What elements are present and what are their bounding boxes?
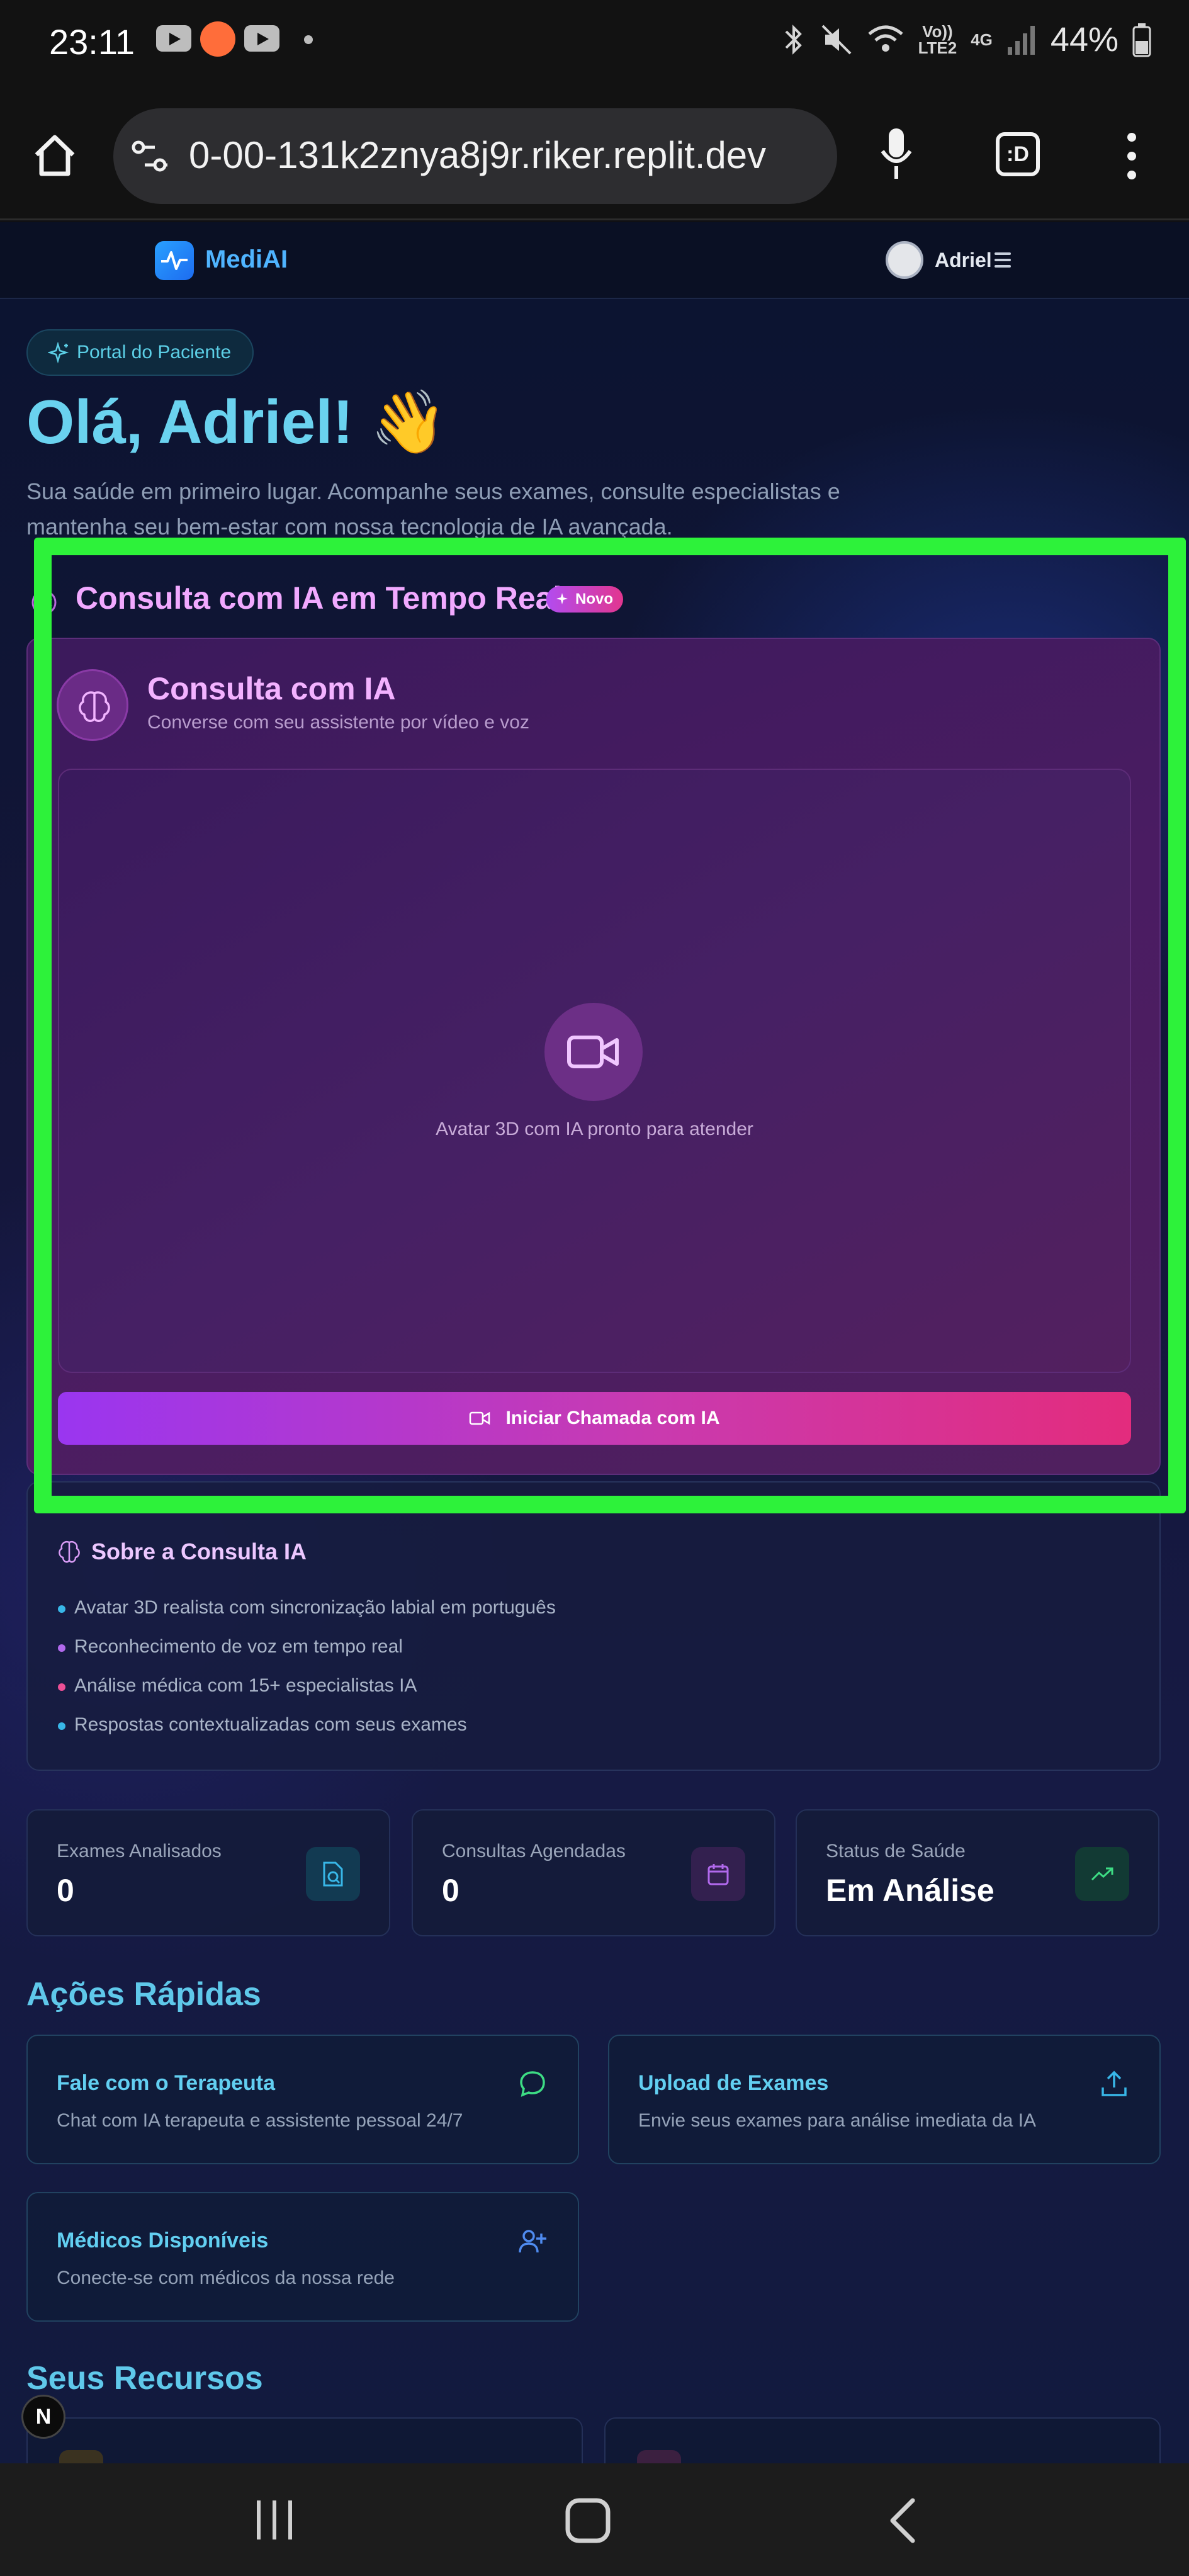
wifi-icon (867, 25, 903, 52)
stat-label: Consultas Agendadas (442, 1841, 626, 1861)
scan-file-icon (306, 1847, 360, 1901)
video-camera-icon (470, 1411, 490, 1425)
quick-actions-title: Ações Rápidas (26, 1976, 261, 2013)
back-icon[interactable] (885, 2497, 920, 2545)
signal-icon (1007, 26, 1035, 55)
about-item: Reconhecimento de voz em tempo real (74, 1636, 403, 1657)
bullet-dot (58, 1683, 65, 1691)
avatar-status-text: Avatar 3D com IA pronto para atender (436, 1119, 753, 1139)
clock: 23:11 (49, 22, 135, 62)
stat-label: Exames Analisados (57, 1841, 222, 1861)
bluetooth-icon (785, 25, 802, 55)
chat-bubble-icon (520, 2071, 545, 2097)
ai-section-title: Consulta com IA em Tempo Real (76, 580, 562, 616)
user-plus-icon (519, 2230, 546, 2253)
quick-action-subtitle: Conecte-se com médicos da nossa rede (57, 2268, 395, 2288)
quick-action-available-doctors[interactable]: Médicos Disponíveis Conecte-se com médic… (26, 2192, 579, 2322)
upload-icon (1102, 2070, 1127, 2096)
brand-name[interactable]: MediAI (205, 246, 288, 274)
stat-value: 0 (442, 1873, 459, 1908)
more-options-icon[interactable] (1119, 131, 1144, 181)
video-camera-icon (567, 1036, 619, 1068)
new-badge: Novo (546, 586, 623, 613)
page-title: Olá, Adriel! 👋 (26, 387, 448, 456)
battery-icon (1132, 23, 1151, 57)
stat-card-health-status: Status de Saúde Em Análise (796, 1809, 1159, 1936)
avatar[interactable] (886, 241, 923, 279)
volte-indicator: Vo)) LTE2 (918, 22, 957, 57)
sparkles-icon (48, 342, 69, 364)
youtube-notification-icon (156, 25, 191, 52)
microphone-icon[interactable] (877, 126, 915, 183)
about-item: Avatar 3D realista com sincronização lab… (74, 1597, 556, 1618)
quick-action-title: Fale com o Terapeuta (57, 2071, 276, 2095)
about-title: Sobre a Consulta IA (91, 1539, 307, 1564)
brain-icon-badge (57, 669, 128, 741)
user-name[interactable]: Adriel (935, 249, 992, 272)
about-item: Respostas contextualizadas com seus exam… (74, 1714, 467, 1735)
portal-badge: Portal do Paciente (26, 329, 254, 376)
stat-value: Em Análise (826, 1873, 995, 1908)
medi-ai-logo-icon[interactable] (155, 241, 194, 280)
hamburger-menu-icon[interactable] (995, 252, 1011, 271)
about-item: Análise médica com 15+ especialistas IA (74, 1675, 417, 1696)
home-icon[interactable] (31, 132, 78, 179)
site-settings-icon[interactable] (130, 137, 170, 175)
brain-icon (59, 1541, 80, 1563)
start-ai-call-button[interactable]: Iniciar Chamada com IA (58, 1392, 1131, 1445)
brain-icon (31, 590, 57, 615)
home-nav-icon[interactable] (564, 2497, 612, 2545)
portal-badge-label: Portal do Paciente (77, 342, 232, 363)
stat-value: 0 (57, 1873, 74, 1908)
page-subtitle: Sua saúde em primeiro lugar. Acompanhe s… (26, 478, 840, 539)
ai-card-subtitle: Converse com seu assistente por vídeo e … (147, 712, 529, 733)
quick-action-title: Médicos Disponíveis (57, 2229, 269, 2252)
bullet-dot (58, 1722, 65, 1730)
quick-action-subtitle: Envie seus exames para análise imediata … (638, 2110, 1037, 2131)
tab-switcher-button[interactable]: :D (996, 132, 1040, 176)
sparkles-icon (556, 593, 568, 604)
quick-action-title: Upload de Exames (638, 2071, 829, 2095)
youtube-notification-icon-2 (244, 25, 279, 52)
calendar-icon (691, 1847, 745, 1901)
bullet-dot (58, 1605, 65, 1613)
nextjs-dev-badge[interactable]: N (21, 2395, 65, 2439)
stat-label: Status de Saúde (826, 1841, 966, 1861)
bullet-dot (58, 1644, 65, 1652)
network-type: 4G (971, 30, 993, 49)
screen-recorder-notification-icon (200, 21, 235, 57)
recent-apps-icon[interactable] (254, 2497, 295, 2543)
mute-icon (821, 25, 851, 55)
ai-card-title: Consulta com IA (147, 671, 396, 706)
start-ai-call-label: Iniciar Chamada com IA (505, 1408, 720, 1428)
brain-icon (79, 691, 110, 722)
status-icons: Vo)) LTE2 4G 44% (781, 18, 1151, 62)
quick-action-upload-exams[interactable]: Upload de Exames Envie seus exames para … (608, 2035, 1161, 2164)
trending-up-icon (1075, 1847, 1129, 1901)
url-text[interactable]: 0-00-131k2znya8j9r.riker.replit.dev (189, 133, 766, 177)
stat-card-exams: Exames Analisados 0 (26, 1809, 390, 1936)
video-camera-badge (544, 1003, 643, 1101)
more-notifications-dot-icon (304, 35, 313, 44)
battery-percentage: 44% (1050, 21, 1119, 59)
quick-action-subtitle: Chat com IA terapeuta e assistente pesso… (57, 2110, 463, 2131)
new-badge-label: Novo (575, 590, 613, 607)
quick-action-therapist[interactable]: Fale com o Terapeuta Chat com IA terapeu… (26, 2035, 579, 2164)
resources-title: Seus Recursos (26, 2360, 263, 2397)
stat-card-appointments: Consultas Agendadas 0 (412, 1809, 775, 1936)
